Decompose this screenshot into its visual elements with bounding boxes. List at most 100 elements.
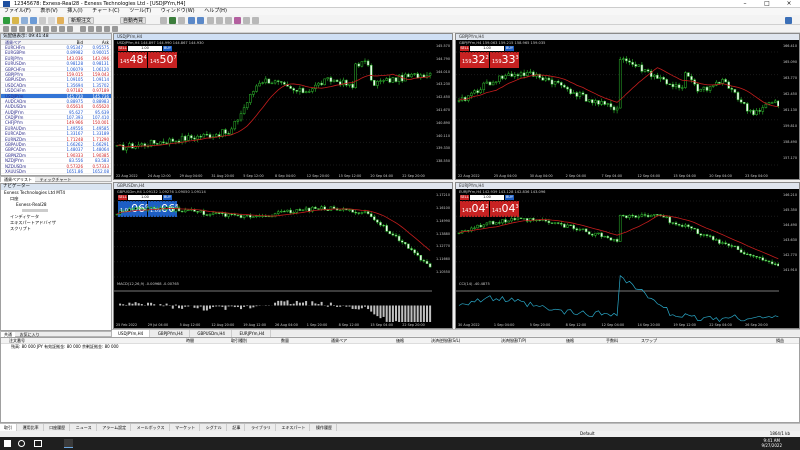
fibo-icon[interactable] xyxy=(51,26,57,32)
macd-bar xyxy=(274,302,277,306)
line-chart-icon[interactable] xyxy=(178,17,185,24)
horizontal-line-icon[interactable] xyxy=(27,26,33,32)
col-cur-price[interactable]: 価格 xyxy=(566,338,574,344)
candle-body xyxy=(746,253,749,256)
close-button[interactable]: × xyxy=(778,0,800,8)
candle-body xyxy=(304,91,308,93)
candle-body xyxy=(335,79,339,82)
menu-chart[interactable]: チャート(C) xyxy=(88,8,123,15)
label-icon[interactable] xyxy=(67,26,73,32)
col-symbol[interactable]: 通貨ペア xyxy=(1,40,53,45)
minimize-button[interactable]: – xyxy=(734,0,756,8)
indicators-icon[interactable] xyxy=(234,17,241,24)
symbol-name: AUDJPYm xyxy=(5,109,24,115)
col-ticket[interactable]: 注文番号 xyxy=(9,338,25,344)
chart-tab-gbpusd[interactable]: GBPUSDm,H4 xyxy=(191,330,232,337)
vertical-line-icon[interactable] xyxy=(19,26,25,32)
data-window-icon[interactable] xyxy=(30,17,37,24)
chart-window-eurjpy[interactable]: EURJPYm,H4 EURJPYm,H4 142.939 143.128 14… xyxy=(455,182,800,329)
candle-body xyxy=(397,235,401,241)
candle-body xyxy=(348,209,351,211)
maximize-button[interactable]: □ xyxy=(756,0,778,8)
new-order-button[interactable]: 新規注文 xyxy=(68,17,95,24)
templates-icon[interactable] xyxy=(252,17,259,24)
col-bid[interactable]: Bid xyxy=(53,40,83,45)
candle-body xyxy=(522,72,526,76)
candle-body xyxy=(379,222,382,226)
candle-body xyxy=(320,206,323,210)
chart-shift-icon[interactable] xyxy=(216,17,223,24)
market-watch-row[interactable]: XAUUSDm 1651.86 1652.08 xyxy=(1,169,111,175)
tile-windows-icon[interactable] xyxy=(207,17,214,24)
menu-insert[interactable]: 挿入(I) xyxy=(63,8,86,15)
candle-body xyxy=(755,255,758,258)
col-price[interactable]: 価格 xyxy=(396,338,404,344)
autotrade-button[interactable]: 自動売買 xyxy=(120,17,147,24)
start-icon[interactable] xyxy=(4,440,11,447)
chart-window-usdjpy[interactable]: USDJPYm,H4 USDJPYm,H4 144.897 144.990 14… xyxy=(113,33,453,180)
h4-period[interactable] xyxy=(112,26,118,32)
zoom-in-icon[interactable] xyxy=(188,17,195,24)
time-tick: 8 Sep 12:00 xyxy=(565,323,587,327)
chart-tab-usdjpy[interactable]: USDJPYm,H4 xyxy=(112,330,151,337)
periods-icon[interactable] xyxy=(243,17,250,24)
menu-window[interactable]: ウィンドウ(W) xyxy=(157,8,199,15)
h1-period[interactable] xyxy=(104,26,110,32)
profiles-icon[interactable] xyxy=(12,17,19,24)
market-watch-icon[interactable] xyxy=(21,17,28,24)
clock[interactable]: 9:41 AM 9/27/2022 xyxy=(761,438,782,448)
chart-window-gbpusd[interactable]: GBPUSDm,H4 GBPUSDm,H4 1.09132 1.09276 1.… xyxy=(113,182,453,329)
candle-body xyxy=(388,231,392,235)
candle-body xyxy=(273,80,277,84)
search-icon[interactable] xyxy=(785,17,792,24)
candle-body xyxy=(764,259,768,262)
autoscroll-icon[interactable] xyxy=(225,17,232,24)
task-view-icon[interactable] xyxy=(34,440,42,447)
menu-bar: ファイル(F) 表示(V) 挿入(I) チャート(C) ツール(T) ウィンドウ… xyxy=(0,8,800,15)
macd-bar xyxy=(205,305,208,311)
drawing-toolbar xyxy=(0,25,800,33)
menu-tools[interactable]: ツール(T) xyxy=(125,8,155,15)
col-tp[interactable]: 決済指値(T/P) xyxy=(501,338,526,344)
menu-help[interactable]: ヘルプ(H) xyxy=(200,8,231,15)
col-time[interactable]: 時間 xyxy=(186,338,194,344)
menu-view[interactable]: 表示(V) xyxy=(36,8,61,15)
tester-icon[interactable] xyxy=(57,17,64,24)
col-swap[interactable]: スワップ xyxy=(641,338,657,344)
candle-body xyxy=(394,234,398,237)
m15-period[interactable] xyxy=(96,26,102,32)
col-symbol[interactable]: 通貨ペア xyxy=(331,338,347,344)
candle-body xyxy=(677,224,681,226)
chart-tab-eurjpy[interactable]: EURJPYm,H4 xyxy=(233,330,272,337)
navigator-icon[interactable] xyxy=(39,17,46,24)
col-size[interactable]: 数量 xyxy=(281,338,289,344)
symbol-name: GBPJPYm xyxy=(5,71,24,77)
nav-scripts[interactable]: スクリプト xyxy=(1,226,111,232)
new-chart-icon[interactable] xyxy=(3,17,10,24)
search-icon[interactable] xyxy=(18,440,25,447)
zoom-out-icon[interactable] xyxy=(197,17,204,24)
col-commission[interactable]: 手数料 xyxy=(606,338,618,344)
symbol-name: USDJPYm xyxy=(5,93,24,99)
crosshair-icon[interactable] xyxy=(11,26,17,32)
m5-period[interactable] xyxy=(88,26,94,32)
candle-body xyxy=(671,84,675,88)
col-ask[interactable]: Ask xyxy=(83,40,111,45)
terminal-tabs: 取引 運用比率 口座履歴 ニュース アラーム設定 メールボックス マーケット シ… xyxy=(0,423,800,432)
col-profit[interactable]: 損益 xyxy=(776,338,784,344)
candlestick-icon[interactable] xyxy=(169,17,176,24)
col-type[interactable]: 取引種別 xyxy=(231,338,247,344)
terminal-icon[interactable] xyxy=(48,17,55,24)
channel-icon[interactable] xyxy=(43,26,49,32)
candle-body xyxy=(190,135,193,139)
cursor-icon[interactable] xyxy=(3,26,9,32)
menu-file[interactable]: ファイル(F) xyxy=(0,8,35,15)
trendline-icon[interactable] xyxy=(35,26,41,32)
m1-period[interactable] xyxy=(80,26,86,32)
col-sl[interactable]: 決済逆指値(S/L) xyxy=(431,338,460,344)
chart-window-gbpjpy[interactable]: GBPJPYm,H4 GBPJPYm,H4 159.063 159.215 15… xyxy=(455,33,800,180)
text-icon[interactable] xyxy=(59,26,65,32)
mt4-taskbar-icon[interactable] xyxy=(64,439,73,448)
bar-chart-icon[interactable] xyxy=(160,17,167,24)
chart-tab-gbpjpy[interactable]: GBPJPYm,H4 xyxy=(152,330,190,337)
